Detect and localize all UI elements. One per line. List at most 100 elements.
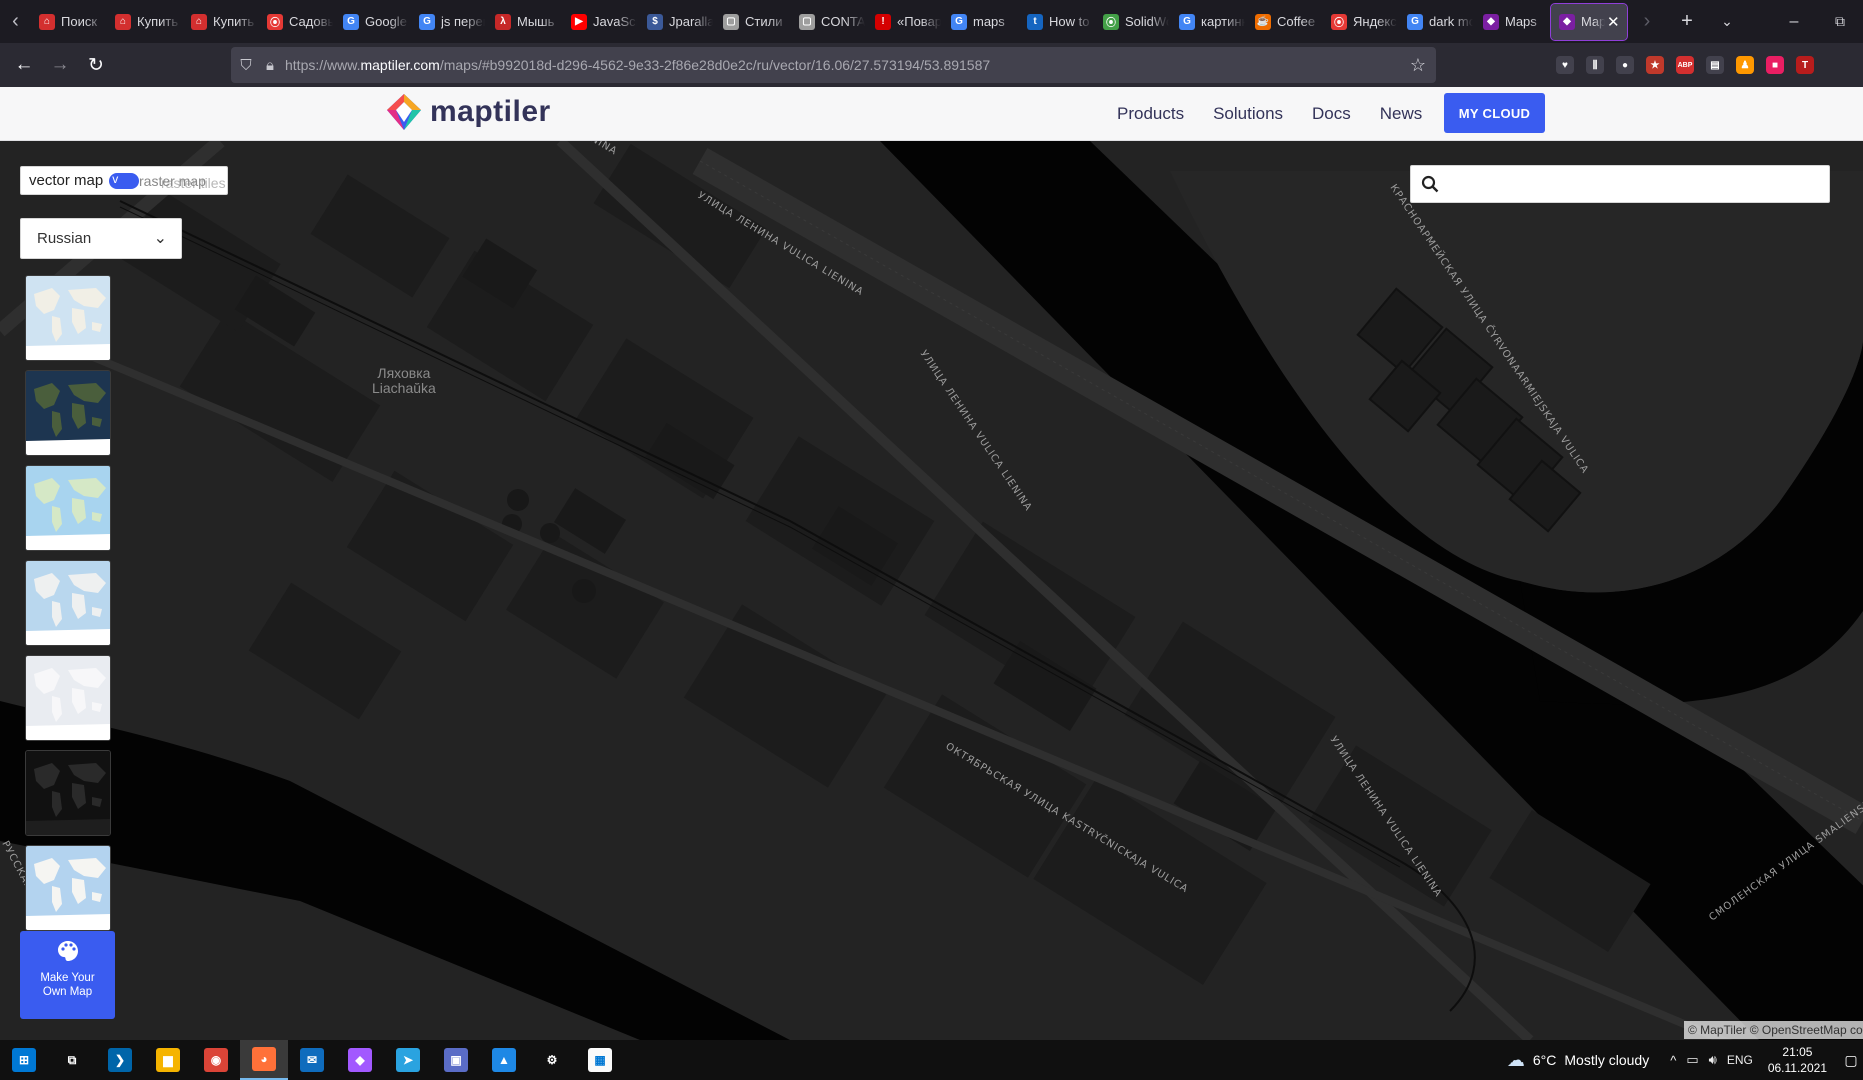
browser-tab[interactable]: λ Мышь bbox=[487, 4, 563, 40]
map-style-thumb-satellite[interactable] bbox=[25, 370, 111, 456]
shield-icon[interactable]: ⛉ bbox=[231, 57, 261, 74]
map-search-box[interactable] bbox=[1410, 165, 1830, 203]
weather-widget[interactable]: ☁ 6°C Mostly cloudy bbox=[1507, 1050, 1649, 1071]
ext-red-icon[interactable]: ★ bbox=[1646, 56, 1664, 74]
ext-fox-icon[interactable]: ♟ bbox=[1736, 56, 1754, 74]
map-canvas[interactable]: УЛИЦА ЛЕНИНА VULICA LIENINA УЛИЦА ЛЕНИНА… bbox=[0, 141, 1863, 1040]
close-tab-icon[interactable]: ✕ bbox=[1607, 13, 1620, 31]
maptiler-logo[interactable]: maptiler bbox=[384, 92, 551, 132]
input-language[interactable]: ENG bbox=[1727, 1053, 1753, 1067]
browser-tab[interactable]: ☕ Coffee bbox=[1247, 4, 1323, 40]
map-style-thumb-outdoor[interactable] bbox=[25, 465, 111, 551]
tray-overflow-icon[interactable]: ^ bbox=[1670, 1053, 1676, 1068]
browser-tab[interactable]: ▶ JavaScript bbox=[563, 4, 639, 40]
reload-button[interactable]: ↻ bbox=[78, 43, 114, 87]
url-text[interactable]: https://www.maptiler.com/maps/#b992018d-… bbox=[285, 57, 990, 73]
lock-icon[interactable]: 🔒︎ bbox=[261, 57, 279, 74]
tab-title: js перевод bbox=[441, 14, 485, 29]
library-icon[interactable]: ⫼ bbox=[1586, 56, 1604, 74]
browser-tab[interactable]: Gкартинки bbox=[1171, 4, 1247, 40]
map-type-toggle[interactable]: vector map raster tiles raster map bbox=[20, 166, 228, 195]
taskbar-telegram-button[interactable]: ➤ bbox=[384, 1040, 432, 1080]
tab-favicon-icon: ☕ bbox=[1255, 13, 1271, 30]
taskbar-apps: ⊞ ⧉ ❯ ▆ ◉ ◕ ✉ ◆ ➤ ▣ ▲ ⚙ ▦ bbox=[0, 1040, 624, 1080]
browser-tab[interactable]: G Google bbox=[335, 4, 411, 40]
browser-tab[interactable]: ! «Повар bbox=[867, 4, 943, 40]
taskbar-chrome-button[interactable]: ◉ bbox=[192, 1040, 240, 1080]
taskbar-settings-button[interactable]: ⚙ bbox=[528, 1040, 576, 1080]
browser-tab[interactable]: ▢ Стили bbox=[715, 4, 791, 40]
taskbar-task-view-button[interactable]: ⧉ bbox=[48, 1040, 96, 1080]
volume-icon[interactable]: 🔊︎ bbox=[1709, 1052, 1717, 1068]
ext-pink-icon[interactable]: ■ bbox=[1766, 56, 1784, 74]
minimize-button[interactable]: – bbox=[1771, 0, 1817, 43]
browser-tab[interactable]: ⌂ Купить bbox=[183, 4, 259, 40]
browser-tab[interactable]: ⦿ Яндекс bbox=[1323, 4, 1399, 40]
clock[interactable]: 21:05 06.11.2021 bbox=[1768, 1044, 1827, 1076]
ext-t-icon[interactable]: T bbox=[1796, 56, 1814, 74]
language-select[interactable]: Russian ⌄ bbox=[20, 218, 182, 259]
world-map-preview bbox=[26, 751, 110, 835]
tab-scroll-right-button[interactable]: › bbox=[1627, 0, 1667, 43]
taskbar-store-button[interactable]: ▦ bbox=[576, 1040, 624, 1080]
browser-tab[interactable]: t How to bbox=[1019, 4, 1095, 40]
tab-favicon-icon: ⌂ bbox=[39, 13, 55, 30]
browser-tab[interactable]: ◆ Maps bbox=[1475, 4, 1551, 40]
taskbar-photos-button[interactable]: ▲ bbox=[480, 1040, 528, 1080]
map-type-switch[interactable] bbox=[109, 172, 140, 189]
new-tab-button[interactable]: + bbox=[1667, 0, 1707, 43]
notifications-icon[interactable]: ▢ bbox=[1839, 1040, 1863, 1080]
forward-button[interactable]: → bbox=[42, 43, 78, 87]
map-style-thumb-streets[interactable] bbox=[25, 275, 111, 361]
tab-favicon-icon: t bbox=[1027, 13, 1043, 30]
taskbar-start-button[interactable]: ⊞ bbox=[0, 1040, 48, 1080]
search-input[interactable] bbox=[1447, 175, 1817, 193]
raster-map-label[interactable]: raster map bbox=[139, 173, 206, 189]
tab-title: Поиск bbox=[61, 14, 98, 29]
network-icon[interactable]: ▭ bbox=[1686, 1052, 1698, 1068]
browser-tab[interactable]: ⦿ SolidWorks bbox=[1095, 4, 1171, 40]
browser-tab[interactable]: ⌂ Купить bbox=[107, 4, 183, 40]
vector-map-label[interactable]: vector map bbox=[29, 172, 103, 189]
restore-button[interactable]: ⧉ bbox=[1817, 0, 1863, 43]
browser-tab[interactable]: $ Jparallax bbox=[639, 4, 715, 40]
nav-solutions[interactable]: Solutions bbox=[1213, 104, 1283, 124]
browser-toolbar: ← → ↻ ⛉ 🔒︎ https://www.maptiler.com/maps… bbox=[0, 43, 1863, 87]
browser-tab[interactable]: ⦿ Садовый bbox=[259, 4, 335, 40]
browser-tab[interactable]: Gjs перевод bbox=[411, 4, 487, 40]
map-style-thumb-basic[interactable] bbox=[25, 560, 111, 646]
taskbar-explorer-button[interactable]: ▆ bbox=[144, 1040, 192, 1080]
bookmark-star-icon[interactable]: ☆ bbox=[1410, 55, 1426, 76]
taskbar-firefox-button[interactable]: ◕ bbox=[240, 1040, 288, 1080]
nav-news[interactable]: News bbox=[1380, 104, 1423, 124]
browser-tab[interactable]: Gdark mode bbox=[1399, 4, 1475, 40]
nav-docs[interactable]: Docs bbox=[1312, 104, 1351, 124]
map-style-thumb-topo[interactable] bbox=[25, 845, 111, 931]
pocket-icon[interactable]: ♥ bbox=[1556, 56, 1574, 74]
my-cloud-button[interactable]: MY CLOUD bbox=[1444, 93, 1545, 133]
taskbar-vscode-button[interactable]: ❯ bbox=[96, 1040, 144, 1080]
tab-scroll-left-button[interactable]: ‹ bbox=[0, 0, 31, 43]
logo-wordmark: maptiler bbox=[430, 95, 551, 128]
nav-products[interactable]: Products bbox=[1117, 104, 1184, 124]
tab-title: Maps bbox=[1581, 14, 1605, 29]
palette-icon bbox=[57, 941, 78, 961]
map-attribution[interactable]: © MapTiler © OpenStreetMap contributors bbox=[1684, 1021, 1863, 1039]
ext-screen-icon[interactable]: ▤ bbox=[1706, 56, 1724, 74]
map-style-thumb-dark[interactable] bbox=[25, 750, 111, 836]
taskbar-mail-button[interactable]: ✉ bbox=[288, 1040, 336, 1080]
browser-tab[interactable]: ▢ CONTACT bbox=[791, 4, 867, 40]
address-bar[interactable]: ⛉ 🔒︎ https://www.maptiler.com/maps/#b992… bbox=[231, 47, 1436, 83]
back-button[interactable]: ← bbox=[6, 43, 42, 87]
browser-tab[interactable]: Gmaps bbox=[943, 4, 1019, 40]
account-icon[interactable]: ● bbox=[1616, 56, 1634, 74]
browser-tab[interactable]: ⌂ Поиск bbox=[31, 4, 107, 40]
make-your-own-map-button[interactable]: Make Your Own Map bbox=[20, 931, 115, 1019]
taskbar-save-button[interactable]: ▣ bbox=[432, 1040, 480, 1080]
list-all-tabs-button[interactable]: ⌄ bbox=[1707, 0, 1747, 43]
map-style-thumb-bright[interactable] bbox=[25, 655, 111, 741]
browser-tab[interactable]: ◆ Maps✕ bbox=[1550, 2, 1628, 41]
map-vector-layer[interactable]: УЛИЦА ЛЕНИНА VULICA LIENINA УЛИЦА ЛЕНИНА… bbox=[0, 141, 1863, 1040]
adblock-icon[interactable]: ABP bbox=[1676, 56, 1694, 74]
taskbar-figma-button[interactable]: ◆ bbox=[336, 1040, 384, 1080]
